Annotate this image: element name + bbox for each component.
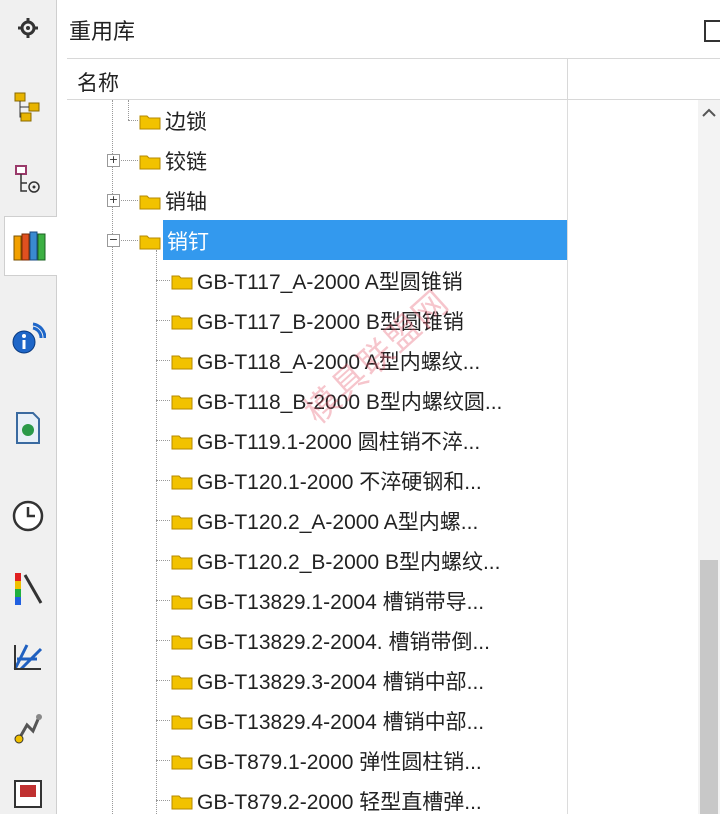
tree-leaf-label: GB-T13829.3-2004 槽销中部... <box>197 671 485 694</box>
tree-leaf[interactable]: GB-T117_B-2000 B型圆锥销 <box>67 300 697 340</box>
tree-leaf-label: GB-T118_B-2000 B型内螺纹圆... <box>197 391 503 414</box>
tree-node-label: 销钉 <box>167 231 209 254</box>
tree-leaf-label: GB-T120.2_A-2000 A型内螺... <box>197 511 479 534</box>
web-browser-icon[interactable] <box>4 770 52 818</box>
tree-node-label: 销轴 <box>165 191 207 214</box>
name-column-label: 名称 <box>77 72 119 95</box>
folder-icon <box>171 515 193 530</box>
tree-leaf-label: GB-T13829.1-2004 槽销带导... <box>197 591 485 614</box>
folder-icon <box>171 795 193 810</box>
palette-icon[interactable] <box>4 564 52 612</box>
reuse-library-panel: 重用库 名称 边锁 + 铰链 + 销轴 − 销钉 GB-T117_A-2000 … <box>57 0 720 814</box>
folder-icon <box>171 675 193 690</box>
tree-leaf[interactable]: GB-T118_B-2000 B型内螺纹圆... <box>67 380 697 420</box>
tree-leaf-label: GB-T13829.4-2004 槽销中部... <box>197 711 485 734</box>
folder-icon <box>171 315 193 330</box>
expand-icon[interactable]: + <box>107 194 120 207</box>
folder-icon <box>139 235 161 250</box>
folder-icon <box>171 635 193 650</box>
folder-icon <box>139 155 161 170</box>
tree-leaf-label: GB-T13829.2-2004. 槽销带倒... <box>197 631 490 654</box>
tree-leaf[interactable]: GB-T879.1-2000 弹性圆柱销... <box>67 740 697 780</box>
tree-leaf[interactable]: GB-T120.2_B-2000 B型内螺纹... <box>67 540 697 580</box>
expand-icon[interactable]: + <box>107 154 120 167</box>
folder-icon <box>171 355 193 370</box>
folder-icon <box>139 195 161 210</box>
folder-icon <box>171 555 193 570</box>
folder-icon <box>171 395 193 410</box>
chevron-up-icon[interactable] <box>702 108 716 118</box>
constraint-navigator-icon[interactable] <box>4 156 52 204</box>
tree-leaf[interactable]: GB-T118_A-2000 A型内螺纹... <box>67 340 697 380</box>
tree-leaf[interactable]: GB-T879.2-2000 轻型直槽弹... <box>67 780 697 820</box>
tree-leaf-label: GB-T120.1-2000 不淬硬钢和... <box>197 471 482 494</box>
panel-title: 重用库 <box>69 19 136 44</box>
system-material-icon[interactable] <box>4 704 52 752</box>
tree-leaf-label: GB-T119.1-2000 圆柱销不淬... <box>197 431 481 454</box>
resource-bar <box>0 0 57 814</box>
folder-icon <box>171 435 193 450</box>
scrollbar-thumb[interactable] <box>700 560 718 814</box>
folder-icon <box>171 595 193 610</box>
tree-leaf[interactable]: GB-T117_A-2000 A型圆锥销 <box>67 260 697 300</box>
tree-leaf-label: GB-T879.2-2000 轻型直槽弹... <box>197 791 482 814</box>
reuse-library-icon[interactable] <box>4 216 57 276</box>
document-icon[interactable] <box>4 404 52 452</box>
tree-leaf[interactable]: GB-T120.2_A-2000 A型内螺... <box>67 500 697 540</box>
tree-leaf[interactable]: GB-T13829.4-2004 槽销中部... <box>67 700 697 740</box>
tree-node-bian-suo[interactable]: 边锁 <box>67 100 697 140</box>
folder-icon <box>171 475 193 490</box>
tree-leaf-label: GB-T118_A-2000 A型内螺纹... <box>197 351 481 374</box>
tree-leaf-label: GB-T879.1-2000 弹性圆柱销... <box>197 751 482 774</box>
roles-icon[interactable] <box>4 632 52 680</box>
folder-icon <box>171 715 193 730</box>
tree-leaf[interactable]: GB-T120.1-2000 不淬硬钢和... <box>67 460 697 500</box>
tree-leaf-label: GB-T117_A-2000 A型圆锥销 <box>197 271 463 294</box>
gear-icon[interactable] <box>4 4 52 52</box>
tree-node-label: 铰链 <box>165 151 207 174</box>
tree-leaf-label: GB-T117_B-2000 B型圆锥销 <box>197 311 464 334</box>
tree-leaf[interactable]: GB-T119.1-2000 圆柱销不淬... <box>67 420 697 460</box>
info-icon[interactable] <box>4 316 52 364</box>
collapse-icon[interactable]: − <box>107 234 120 247</box>
tree-header: 名称 <box>67 58 720 100</box>
tree-leaf[interactable]: GB-T13829.2-2004. 槽销带倒... <box>67 620 697 660</box>
tree-node-jiao-lian[interactable]: + 铰链 <box>67 140 697 180</box>
name-column-header[interactable]: 名称 <box>67 59 568 99</box>
folder-icon <box>171 275 193 290</box>
tree-leaf-label: GB-T120.2_B-2000 B型内螺纹... <box>197 551 501 574</box>
tree-leaf[interactable]: GB-T13829.1-2004 槽销带导... <box>67 580 697 620</box>
folder-icon <box>139 115 161 130</box>
assembly-navigator-icon[interactable] <box>4 84 52 132</box>
folder-icon <box>171 755 193 770</box>
tree-node-xiao-ding[interactable]: − 销钉 <box>67 220 697 260</box>
history-icon[interactable] <box>4 492 52 540</box>
selection-highlight: 销钉 <box>163 220 567 260</box>
tree-leaf[interactable]: GB-T13829.3-2004 槽销中部... <box>67 660 697 700</box>
tree-node-xiao-zhou[interactable]: + 销轴 <box>67 180 697 220</box>
tree-node-label: 边锁 <box>165 111 207 134</box>
maximize-icon[interactable] <box>704 20 720 42</box>
library-tree[interactable]: 边锁 + 铰链 + 销轴 − 销钉 GB-T117_A-2000 A型圆锥销 G… <box>67 100 697 814</box>
